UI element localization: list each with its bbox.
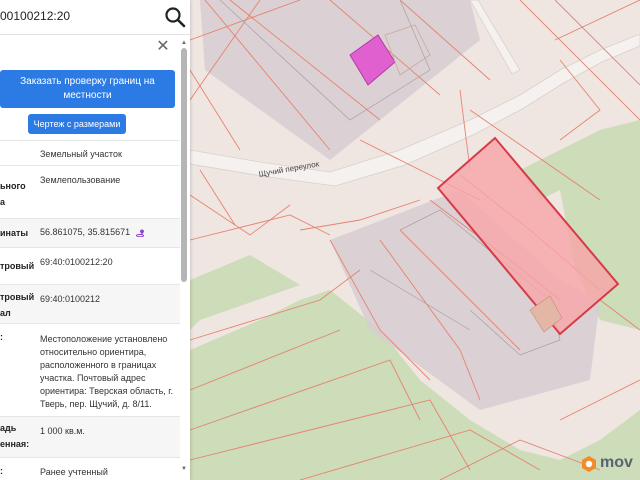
scroll-down-icon[interactable]: ▼	[180, 466, 188, 472]
attribute-value: 69:40:0100212:20	[40, 257, 113, 267]
parcel-attributes-list: Земельный участок ьного а Землепользован…	[0, 140, 180, 480]
panel-scrollbar[interactable]: ▲ ▼	[180, 40, 188, 472]
coordinates-value: 56.861075, 35.815671	[40, 227, 131, 237]
geo-pin-icon[interactable]	[135, 229, 146, 237]
attribute-row: ьного а Землепользование	[0, 165, 180, 218]
search-icon[interactable]	[164, 6, 186, 28]
attribute-label: инаты	[0, 228, 29, 238]
search-input[interactable]: 00100212:20	[0, 9, 70, 23]
parcel-info-panel: 00100212:20 ✕ Заказать проверку границ н…	[0, 0, 190, 480]
attribute-value: Местоположение установлено относительно …	[40, 334, 173, 409]
search-bar: 00100212:20	[0, 0, 190, 35]
brand-text: mov	[600, 454, 633, 471]
scrollbar-thumb[interactable]	[181, 48, 187, 282]
close-icon[interactable]: ✕	[155, 38, 171, 56]
attribute-row: : Ранее учтенный	[0, 457, 180, 480]
attribute-label: ьного а	[0, 181, 26, 207]
attribute-value: 69:40:0100212	[40, 294, 101, 304]
attribute-value: Землепользование	[40, 175, 121, 185]
attribute-row: Земельный участок	[0, 140, 180, 165]
attribute-label: :	[0, 332, 3, 342]
attribute-label: тровый ал	[0, 292, 35, 318]
attribute-value: Земельный участок	[40, 149, 122, 159]
attribute-value: 56.861075, 35.815671	[40, 219, 180, 245]
attribute-value: Ранее учтенный	[40, 467, 108, 477]
attribute-label: адь енная:	[0, 423, 30, 449]
attribute-row: инаты 56.861075, 35.815671	[0, 218, 180, 247]
attribute-value: 1 000 кв.м.	[40, 426, 85, 436]
attribute-row: : Местоположение установлено относительн…	[0, 323, 180, 416]
order-boundary-check-button[interactable]: Заказать проверку границ на местности	[0, 70, 175, 108]
attribute-row: адь енная: 1 000 кв.м.	[0, 416, 180, 457]
attribute-label: тровый	[0, 261, 35, 271]
drawing-with-dimensions-button[interactable]: Чертеж с размерами	[28, 114, 126, 134]
brand-logo-icon	[582, 456, 596, 472]
attribute-row: тровый ал 69:40:0100212	[0, 284, 180, 323]
attribute-label: :	[0, 466, 3, 476]
scroll-up-icon[interactable]: ▲	[180, 40, 188, 46]
brand-logo: mov	[580, 452, 640, 476]
attribute-row: тровый 69:40:0100212:20	[0, 247, 180, 284]
